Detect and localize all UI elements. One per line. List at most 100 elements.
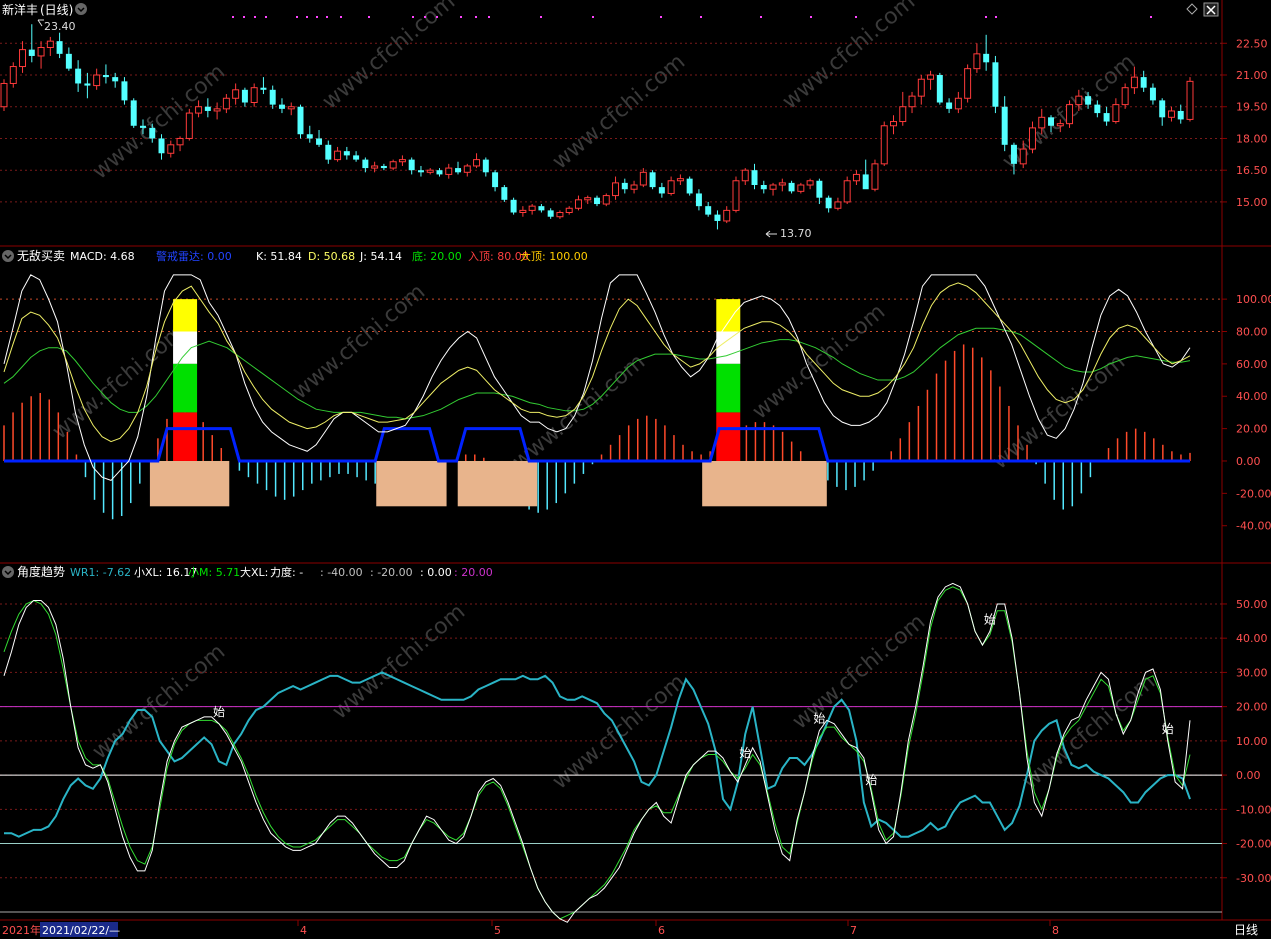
signal-dot [368, 16, 370, 18]
candle-body-up [778, 182, 786, 186]
candle-body-up [222, 97, 230, 110]
candle-body-up [46, 40, 54, 49]
ind1-tick-label: 40.00 [1236, 390, 1268, 403]
candle-body-up [195, 106, 203, 114]
candle-body-down [621, 182, 628, 190]
candle-body-down [686, 178, 693, 194]
month-label: 7 [850, 924, 857, 937]
candle-body-up [528, 205, 536, 211]
candle-body-up [639, 171, 647, 186]
candle-body-down [825, 197, 832, 209]
candle-body-down [130, 100, 137, 126]
candle-body-up [917, 78, 925, 97]
tower-green [173, 363, 198, 413]
chevron-down-icon[interactable] [75, 3, 87, 15]
signal-dot [760, 16, 762, 18]
candle-body-up [334, 150, 342, 161]
signal-block [376, 460, 447, 507]
candle-body-up [176, 137, 184, 146]
candle-body-up [287, 106, 295, 110]
candle-body-down [1094, 104, 1101, 114]
price-tick-label: 21.00 [1236, 69, 1268, 82]
legend-item: 底: 20.00 [412, 249, 462, 263]
candle-body-down [380, 165, 387, 169]
ind2-tick-label: 10.00 [1236, 735, 1268, 748]
candle-body-up [1019, 148, 1027, 165]
candle-body-down [751, 170, 758, 185]
chevron-down-icon[interactable] [2, 250, 14, 262]
candle-body-up [1186, 80, 1194, 120]
signal-dot [436, 16, 438, 18]
candle-body-up [667, 180, 675, 194]
candle-body-down [408, 159, 415, 171]
candle-body-down [316, 138, 323, 145]
candle-body-down [1010, 144, 1017, 164]
signal-block [702, 460, 827, 507]
candle-body-up [473, 159, 481, 167]
candle-body-up [213, 108, 221, 112]
candle-body-up [232, 89, 240, 99]
candle-body-down [158, 138, 165, 154]
indicator1-header[interactable]: 无敌买卖 MACD: 4.68 警戒雷达: 0.00 K: 51.84 D: 50.6… [2, 248, 588, 263]
candle-body-down [705, 206, 712, 215]
signal-dot [265, 16, 267, 18]
signal-dot [424, 16, 426, 18]
candle-body-down [362, 159, 369, 169]
signal-dot [254, 16, 256, 18]
tower-green [716, 363, 741, 413]
signal-dot [412, 16, 414, 18]
month-label: 8 [1052, 924, 1059, 937]
candle-body-up [1112, 104, 1120, 123]
candle-body-up [908, 95, 916, 108]
candle-body-up [445, 167, 453, 175]
candle-body-down [260, 87, 267, 90]
candle-body-up [398, 159, 406, 163]
candle-body-up [834, 201, 842, 209]
ind1-tick-label: -40.00 [1236, 520, 1271, 533]
candle-body-up [843, 180, 851, 203]
candle-body-up [871, 163, 879, 190]
price-tick-label: 18.00 [1236, 132, 1268, 145]
candle-body-down [56, 41, 63, 54]
signal-dot [700, 16, 702, 18]
ind1-tick-label: 100.00 [1236, 293, 1271, 306]
candle-body-up [806, 180, 814, 186]
signal-dot [460, 16, 462, 18]
signal-dot [243, 16, 245, 18]
candle-body-down [1140, 77, 1147, 88]
candle-body-up [1038, 116, 1046, 129]
indicator2-header[interactable]: 角度趋势 WR1: -7.62 小XL: 16.17小M: 5.71 大XL: -力… [2, 564, 493, 579]
candle-body-down [417, 170, 424, 173]
ind2-tick-label: 20.00 [1236, 701, 1268, 714]
candle-body-down [28, 49, 35, 56]
chart-stage: www.cfchi.comwww.cfchi.com www.cfchi.com w… [0, 0, 1271, 939]
candle-body-down [714, 214, 721, 221]
year-label: 2021年 [2, 923, 41, 937]
tower-yellow [173, 299, 198, 332]
ind1-tick-label: -20.00 [1236, 487, 1271, 500]
legend-item: : 20.00 [454, 566, 493, 579]
signal-dot [306, 16, 308, 18]
candle-body-down [1177, 110, 1184, 120]
price-tick-label: 19.50 [1236, 101, 1268, 114]
ind1-tick-label: 60.00 [1236, 358, 1268, 371]
legend-item: : -40.00 [320, 566, 363, 579]
tower-yellow [716, 299, 741, 332]
candle-body-down [760, 185, 767, 190]
candle-body-up [0, 82, 8, 108]
month-label: 6 [658, 924, 665, 937]
price-tick-label: 16.50 [1236, 164, 1268, 177]
start-marker: 始 [1162, 722, 1174, 736]
max-price-label: 23.40 [44, 20, 76, 33]
stock-name: 新洋丰 [2, 2, 38, 17]
candle-body-down [788, 182, 795, 192]
legend-item: WR1: -7.62 [70, 566, 131, 579]
signal-dot [660, 16, 662, 18]
indicator2-title: 角度趋势 [17, 564, 65, 579]
indicator1-title: 无敌买卖 [17, 248, 65, 263]
period-tag[interactable]: 日线 [1234, 923, 1258, 937]
chevron-down-icon[interactable] [2, 566, 14, 578]
candle-body-down [297, 106, 304, 135]
candle-body-down [269, 89, 276, 105]
candle-body-down [983, 53, 990, 63]
